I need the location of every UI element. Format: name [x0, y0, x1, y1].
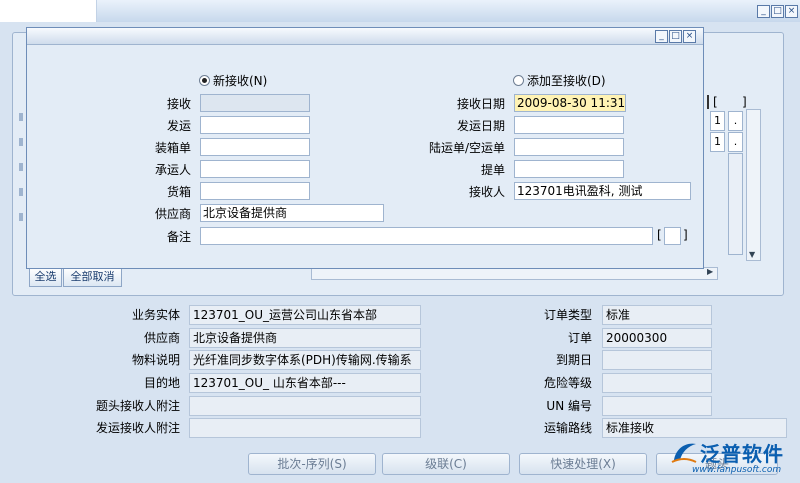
label-waybill: 陆运单/空运单: [428, 141, 505, 155]
receipt-field[interactable]: [200, 94, 310, 112]
vertical-scrollbar[interactable]: ▼: [746, 109, 761, 261]
deselect-all-button[interactable]: 全部取消: [63, 267, 122, 287]
cascade-button[interactable]: 级联(C): [382, 453, 510, 475]
grid-cell[interactable]: .: [728, 132, 743, 152]
logo-name: 泛普软件: [700, 442, 784, 466]
flex-bracket-close: ]: [683, 228, 688, 242]
label-packing-slip: 装箱单: [154, 141, 191, 155]
logo-url: www.fanpusoft.com: [692, 465, 782, 475]
order-type-value[interactable]: 标准: [602, 305, 712, 325]
label-supplier-detail: 供应商: [143, 331, 180, 345]
item-description-value[interactable]: 光纤准同步数字体系(PDH)传输网.传输系: [189, 350, 421, 370]
shipment-receiver-note-value[interactable]: [189, 418, 421, 438]
select-all-button[interactable]: 全选: [29, 267, 62, 287]
waybill-field[interactable]: [514, 138, 624, 156]
label-due-date: 到期日: [555, 353, 592, 367]
order-value[interactable]: 20000300: [602, 328, 712, 348]
dialog-minimize-icon[interactable]: _: [655, 30, 668, 43]
operating-unit-value[interactable]: 123701_OU_运营公司山东省本部: [189, 305, 421, 325]
watermark-logo: 泛普软件 www.fanpusoft.com: [670, 436, 798, 480]
scroll-down-icon[interactable]: ▼: [749, 250, 755, 259]
grid-cell-empty[interactable]: [728, 153, 743, 255]
dialog-maximize-icon[interactable]: □: [669, 30, 682, 43]
packing-slip-field[interactable]: [200, 138, 310, 156]
shipment-field[interactable]: [200, 116, 310, 134]
container-field[interactable]: [200, 182, 310, 200]
minimize-icon[interactable]: _: [757, 5, 770, 18]
supplier-field[interactable]: 北京设备提供商: [200, 204, 384, 222]
label-carrier: 承运人: [154, 163, 191, 177]
receipt-header-dialog: _ □ × 新接收(N) 添加至接收(D) 接收 发运 装箱单 承运人 货箱 供…: [26, 27, 704, 269]
label-un-number: UN 编号: [546, 399, 592, 413]
receipt-date-field[interactable]: 2009-08-30 11:31: [514, 94, 626, 112]
hazard-class-value[interactable]: [602, 373, 712, 393]
label-order-type: 订单类型: [543, 308, 592, 322]
due-date-value[interactable]: [602, 350, 712, 370]
dialog-close-icon[interactable]: ×: [683, 30, 696, 43]
label-container: 货箱: [166, 185, 191, 199]
row-marker: [19, 213, 23, 221]
label-item-description: 物料说明: [131, 353, 180, 367]
un-number-value[interactable]: [602, 396, 712, 416]
logo-icon: [671, 443, 697, 463]
label-supplier: 供应商: [154, 207, 191, 221]
destination-value[interactable]: 123701_OU_ 山东省本部---: [189, 373, 421, 393]
radio-new-label: 新接收(N): [213, 74, 268, 88]
close-icon[interactable]: ×: [785, 5, 798, 18]
label-shipment: 发运: [166, 119, 191, 133]
maximize-icon[interactable]: □: [771, 5, 784, 18]
shipment-date-field[interactable]: [514, 116, 624, 134]
scroll-right-icon[interactable]: ▶: [707, 267, 713, 276]
grid-cell[interactable]: 1: [710, 132, 725, 152]
radio-add-label: 添加至接收(D): [527, 74, 606, 88]
label-operating-unit: 业务实体: [131, 308, 180, 322]
flex-bracket-open: [: [657, 228, 662, 242]
comments-field[interactable]: [200, 227, 653, 245]
row-marker: [19, 113, 23, 121]
supplier-detail-value[interactable]: 北京设备提供商: [189, 328, 421, 348]
radio-add-to-receipt[interactable]: [513, 75, 524, 86]
header-receiver-note-value[interactable]: [189, 396, 421, 416]
radio-new-receipt[interactable]: [199, 75, 210, 86]
lot-serial-button[interactable]: 批次-序列(S): [248, 453, 376, 475]
label-shipment-receiver-note: 发运接收人附注: [95, 421, 180, 435]
grid-cell[interactable]: 1: [710, 111, 725, 131]
row-marker: [19, 163, 23, 171]
grid-bracket-open: [: [713, 95, 718, 109]
routing-value[interactable]: 标准接收: [602, 418, 787, 438]
label-shipment-date: 发运日期: [456, 119, 505, 133]
label-bill-of-lading: 提单: [480, 163, 505, 177]
title-area: [0, 0, 97, 22]
row-marker: [19, 188, 23, 196]
label-receipt: 接收: [166, 97, 191, 111]
label-routing: 运输路线: [543, 421, 592, 435]
label-receiver: 接收人: [468, 185, 505, 199]
bill-of-lading-field[interactable]: [514, 160, 624, 178]
label-header-receiver-note: 题头接收人附注: [95, 399, 180, 413]
receiver-field[interactable]: 123701电讯盈科, 测试: [514, 182, 691, 200]
label-comments: 备注: [166, 230, 191, 244]
grid-bracket-close: ]: [742, 95, 747, 109]
quick-process-button[interactable]: 快速处理(X): [519, 453, 647, 475]
carrier-field[interactable]: [200, 160, 310, 178]
grid-cell[interactable]: .: [728, 111, 743, 131]
window-title-bar: _ □ ×: [0, 0, 800, 22]
label-order: 订单: [567, 331, 592, 345]
label-receipt-date: 接收日期: [456, 97, 505, 111]
label-hazard-class: 危险等级: [543, 376, 592, 390]
row-marker: [19, 138, 23, 146]
dialog-title-bar: _ □ ×: [27, 28, 703, 45]
flexfield-box[interactable]: [664, 227, 681, 245]
label-destination: 目的地: [143, 376, 180, 390]
